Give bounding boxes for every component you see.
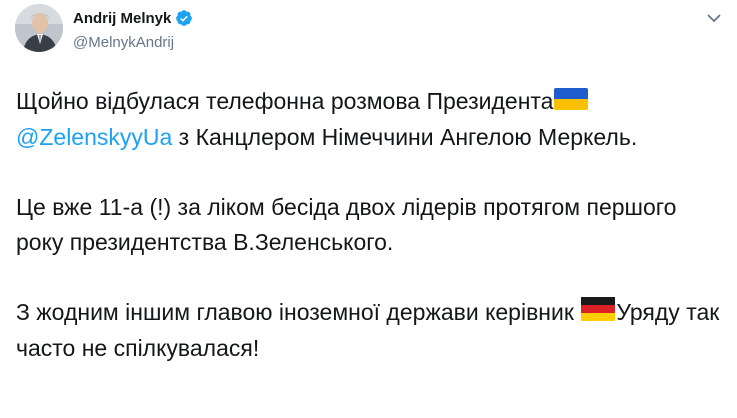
- author-name-row: Andrij Melnyk: [73, 8, 193, 28]
- tweet-paragraph-3: З жодним іншим главою іноземної держави …: [16, 295, 721, 366]
- tweet-card: Andrij Melnyk @MelnykAndrij Щойно відбул…: [0, 0, 737, 418]
- tweet-text-segment: З жодним іншим главою іноземної держави …: [16, 299, 581, 325]
- tweet-paragraph-1: Щойно відбулася телефонна розмова Презид…: [16, 84, 721, 155]
- chevron-down-icon[interactable]: [706, 10, 722, 26]
- author-handle[interactable]: @MelnykAndrij: [73, 34, 193, 51]
- avatar[interactable]: [15, 4, 63, 52]
- author-block: Andrij Melnyk @MelnykAndrij: [73, 8, 193, 51]
- author-name[interactable]: Andrij Melnyk: [73, 10, 171, 27]
- germany-flag-icon: [581, 296, 616, 331]
- tweet-text-segment: з Канцлером Німеччини Ангелою Меркель.: [172, 124, 638, 150]
- tweet-text: Щойно відбулася телефонна розмова Презид…: [16, 84, 721, 366]
- tweet-text-segment: Щойно відбулася телефонна розмова Презид…: [16, 88, 554, 114]
- ukraine-flag-icon: [554, 85, 589, 120]
- mention-link[interactable]: @ZelenskyyUa: [16, 124, 172, 150]
- tweet-text-segment: Це вже 11-а (!) за ліком бесіда двох лід…: [16, 194, 677, 255]
- avatar-image: [15, 4, 63, 52]
- verified-badge-icon: [175, 9, 193, 27]
- tweet-paragraph-2: Це вже 11-а (!) за ліком бесіда двох лід…: [16, 190, 721, 260]
